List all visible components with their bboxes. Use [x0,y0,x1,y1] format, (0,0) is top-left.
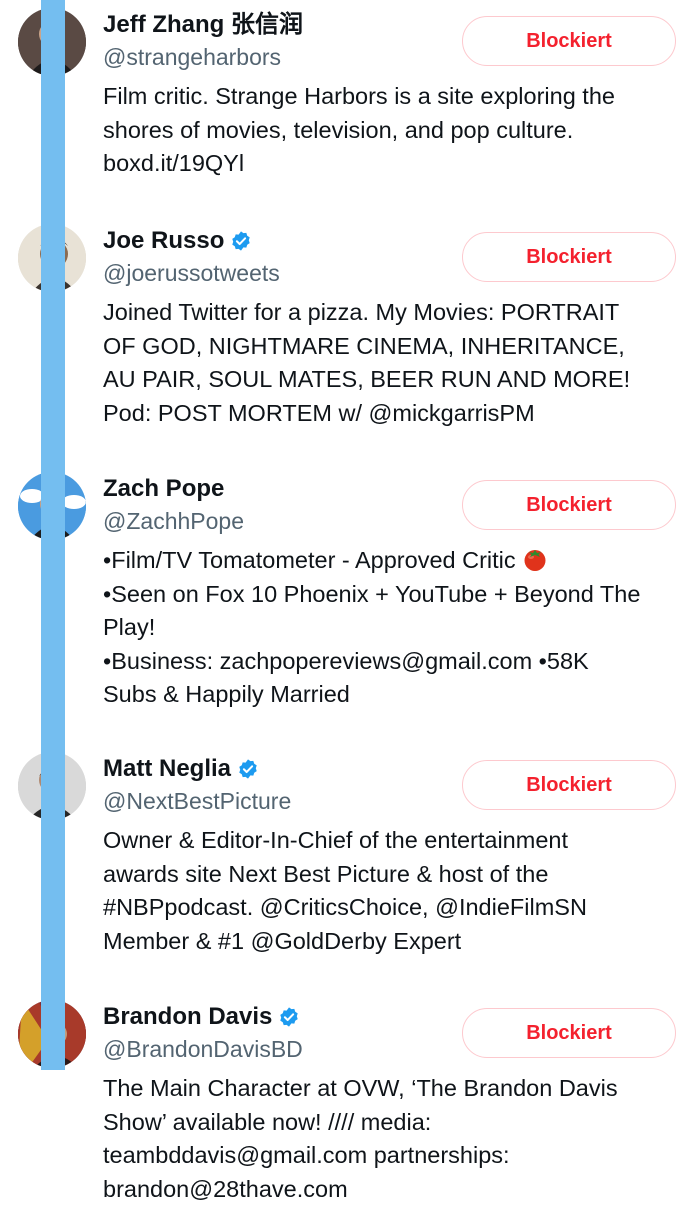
bio-line: Member & #1 @GoldDerby Expert [103,925,681,959]
user-bio: The Main Character at OVW, ‘The Brandon … [103,1072,681,1206]
bio-line: Joined Twitter for a pizza. My Movies: P… [103,296,681,330]
bio-text: •Film/TV Tomatometer - Approved Critic [103,547,516,573]
bio-line: OF GOD, NIGHTMARE CINEMA, INHERITANCE, [103,330,681,364]
display-name[interactable]: Matt Neglia [103,752,231,786]
user-bio: Owner & Editor-In-Chief of the entertain… [103,824,681,958]
blocked-button[interactable]: Blockiert [462,1008,676,1058]
user-handle[interactable]: @joerussotweets [103,258,280,288]
bio-line: Pod: POST MORTEM w/ @mickgarrisPM [103,397,681,431]
tomato-icon [522,546,548,572]
blocked-button[interactable]: Blockiert [462,16,676,66]
highlight-rail [41,0,65,1070]
user-bio: •Film/TV Tomatometer - Approved Critic •… [103,544,681,712]
user-bio: Film critic. Strange Harbors is a site e… [103,80,681,181]
bio-line: Owner & Editor-In-Chief of the entertain… [103,824,681,858]
user-handle[interactable]: @strangeharbors [103,42,281,72]
display-name[interactable]: Zach Pope [103,472,224,506]
bio-line: teambddavis@gmail.com partnerships: [103,1139,681,1173]
display-name[interactable]: Brandon Davis [103,1000,272,1034]
bio-line: shores of movies, television, and pop cu… [103,114,681,148]
blocked-button[interactable]: Blockiert [462,480,676,530]
blocked-button[interactable]: Blockiert [462,760,676,810]
bio-line: AU PAIR, SOUL MATES, BEER RUN AND MORE! [103,363,681,397]
display-name[interactable]: Jeff Zhang 张信润 [103,8,303,42]
verified-badge-icon [237,758,259,780]
blocked-button[interactable]: Blockiert [462,232,676,282]
user-handle[interactable]: @NextBestPicture [103,786,291,816]
bio-line: •Film/TV Tomatometer - Approved Critic [103,544,681,578]
bio-line: •Seen on Fox 10 Phoenix + YouTube + Beyo… [103,578,681,612]
bio-line: Film critic. Strange Harbors is a site e… [103,80,681,114]
bio-line: #NBPpodcast. @CriticsChoice, @IndieFilmS… [103,891,681,925]
user-handle[interactable]: @ZachhPope [103,506,244,536]
display-name[interactable]: Joe Russo [103,224,224,258]
user-bio: Joined Twitter for a pizza. My Movies: P… [103,296,681,430]
bio-line: Subs & Happily Married [103,678,681,712]
bio-line: Show’ available now! //// media: [103,1106,681,1140]
bio-line: Play! [103,611,681,645]
user-handle[interactable]: @BrandonDavisBD [103,1034,303,1064]
verified-badge-icon [230,230,252,252]
bio-line: brandon@28thave.com [103,1173,681,1206]
verified-badge-icon [278,1006,300,1028]
bio-line: awards site Next Best Picture & host of … [103,858,681,892]
bio-link[interactable]: boxd.it/19QYl [103,147,681,181]
bio-line: The Main Character at OVW, ‘The Brandon … [103,1072,681,1106]
bio-line: •Business: zachpopereviews@gmail.com •58… [103,645,681,679]
